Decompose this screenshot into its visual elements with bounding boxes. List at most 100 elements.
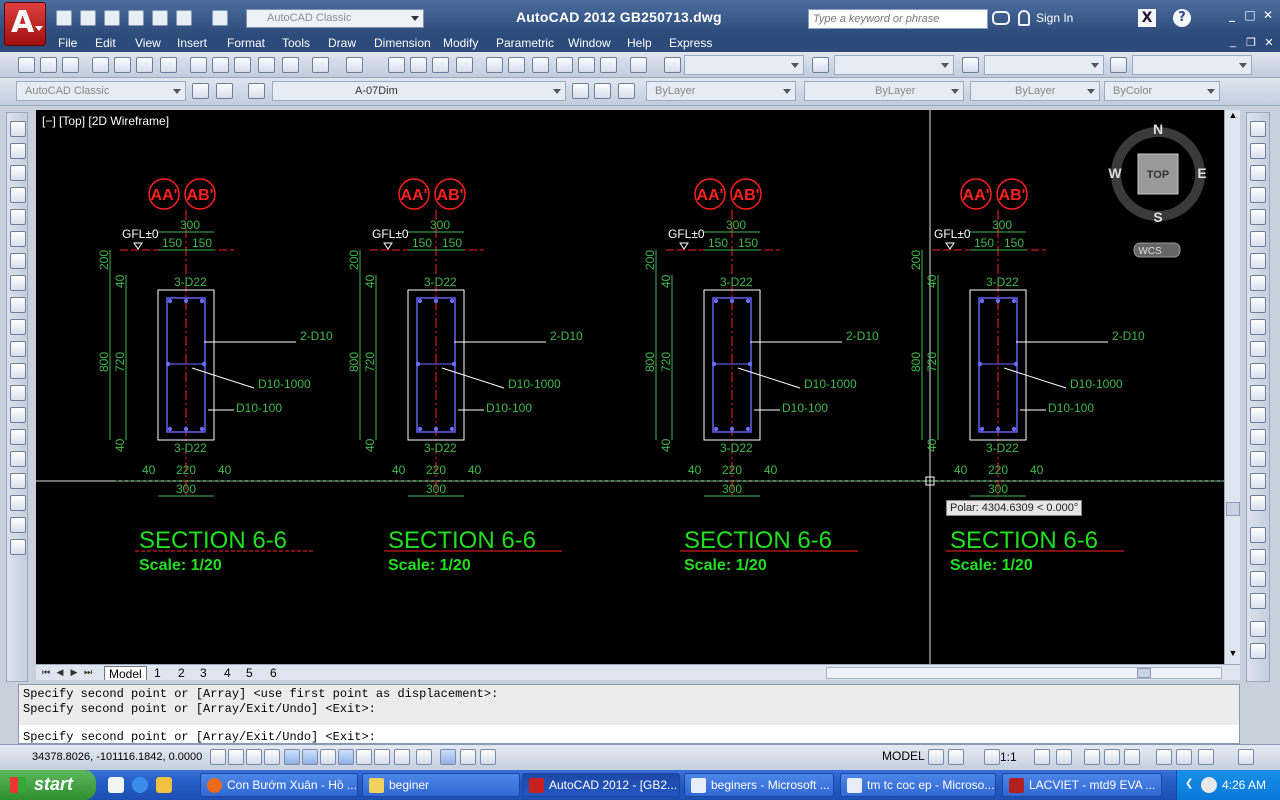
hardware-acceleration-icon[interactable] — [1124, 749, 1140, 765]
coordinates-readout[interactable]: 34378.8026, -101116.1842, 0.0000 — [32, 751, 202, 763]
layer-state-icon[interactable] — [618, 83, 635, 99]
text-style-icon[interactable] — [664, 57, 681, 73]
workspace-combo[interactable]: AutoCAD Classic — [246, 9, 424, 28]
break-at-point-icon[interactable] — [1250, 363, 1266, 379]
3d-object-snap-icon[interactable] — [320, 749, 336, 765]
save-icon[interactable] — [62, 57, 79, 73]
last-tab-icon[interactable]: ⏭ — [82, 667, 94, 679]
tab-layout-5[interactable]: 5 — [242, 666, 257, 680]
workspace-settings-icon[interactable] — [192, 83, 209, 99]
menu-edit[interactable]: Edit — [95, 36, 116, 50]
lineweight-icon[interactable] — [394, 749, 410, 765]
maximize-button[interactable]: □ — [1242, 8, 1258, 24]
menu-view[interactable]: View — [135, 36, 161, 50]
tab-layout-4[interactable]: 4 — [220, 666, 235, 680]
grid-display-icon[interactable] — [246, 749, 262, 765]
task-button[interactable]: LACVIET - mtd9 EVA ... — [1002, 773, 1162, 797]
internet-explorer-icon[interactable] — [132, 777, 148, 793]
toolbar-lock-icon[interactable] — [1104, 749, 1120, 765]
arc-icon[interactable] — [10, 231, 26, 247]
construction-line-icon[interactable] — [10, 143, 26, 159]
viewcube[interactable]: TOP N S E W WCS — [1108, 121, 1207, 258]
annotation-scale-value[interactable]: 1:1 — [1000, 750, 1017, 764]
annotation-monitor-icon[interactable] — [480, 749, 496, 765]
auto-scale-icon[interactable] — [1056, 749, 1072, 765]
polar-tracking-icon[interactable] — [284, 749, 300, 765]
menu-modify[interactable]: Modify — [443, 36, 478, 50]
fillet-icon[interactable] — [1250, 451, 1266, 467]
hatch-icon[interactable] — [10, 429, 26, 445]
application-menu-button[interactable]: A — [4, 2, 46, 46]
notepad-icon[interactable] — [108, 777, 124, 793]
allow-ucs-icon[interactable] — [356, 749, 372, 765]
polygon-icon[interactable] — [10, 187, 26, 203]
draworder-under-icon[interactable] — [1250, 593, 1266, 609]
zoom-previous-icon[interactable] — [456, 57, 473, 73]
saveas-icon[interactable] — [128, 10, 144, 26]
quick-properties-icon[interactable] — [440, 749, 456, 765]
vertical-scroll-thumb[interactable] — [1226, 502, 1240, 516]
make-block-icon[interactable] — [10, 385, 26, 401]
menu-insert[interactable]: Insert — [177, 36, 207, 50]
move-icon[interactable] — [1250, 231, 1266, 247]
menu-parametric[interactable]: Parametric — [496, 36, 554, 50]
menu-file[interactable]: File — [58, 36, 77, 50]
compass-west[interactable]: W — [1108, 165, 1122, 181]
next-tab-icon[interactable]: ▶ — [68, 667, 80, 679]
object-snap-icon[interactable] — [302, 749, 318, 765]
task-button-active[interactable]: AutoCAD 2012 - [GB2... — [522, 773, 680, 797]
menu-dimension[interactable]: Dimension — [374, 36, 431, 50]
start-button[interactable]: start — [0, 770, 96, 800]
model-space-button[interactable]: MODEL — [882, 749, 925, 763]
plot-style-combo[interactable]: ByColor — [1104, 81, 1220, 101]
linetype-combo[interactable]: ByLayer — [804, 81, 964, 101]
close-button[interactable]: ✕ — [1260, 8, 1276, 24]
sheet-set-icon[interactable] — [556, 57, 573, 73]
compass-north[interactable]: N — [1153, 121, 1163, 137]
lineweight-combo[interactable]: ByLayer — [970, 81, 1100, 101]
explode-icon[interactable] — [1250, 495, 1266, 511]
table-style-icon[interactable] — [962, 57, 979, 73]
insert-block-icon[interactable] — [10, 363, 26, 379]
zoom-window-icon[interactable] — [432, 57, 449, 73]
erase-icon[interactable] — [1250, 121, 1266, 137]
plot-preview-icon[interactable] — [114, 57, 131, 73]
copy-object-icon[interactable] — [1250, 143, 1266, 159]
ellipse-icon[interactable] — [10, 319, 26, 335]
point-icon[interactable] — [10, 407, 26, 423]
publish-icon[interactable] — [136, 57, 153, 73]
doc-restore-button[interactable]: ❐ — [1244, 36, 1258, 50]
draworder-back-icon[interactable] — [1250, 549, 1266, 565]
redo-icon[interactable] — [346, 57, 363, 73]
design-center-icon[interactable] — [508, 57, 525, 73]
cut-icon[interactable] — [190, 57, 207, 73]
tool-palettes-icon[interactable] — [532, 57, 549, 73]
table-icon[interactable] — [10, 495, 26, 511]
annotation-scale-icon[interactable] — [984, 749, 1000, 765]
horizontal-scrollbar[interactable] — [826, 667, 1222, 679]
help-icon[interactable]: ? — [1173, 9, 1191, 27]
drawing-canvas[interactable]: [−] [Top] [2D Wireframe] AA' AB' GFL±0 300 1… — [36, 110, 1224, 664]
first-tab-icon[interactable]: ⏮ — [40, 667, 52, 679]
compass-east[interactable]: E — [1197, 165, 1206, 181]
lightbulb-icon[interactable] — [1198, 749, 1214, 765]
menu-tools[interactable]: Tools — [282, 36, 310, 50]
menu-format[interactable]: Format — [227, 36, 265, 50]
open-icon[interactable] — [80, 10, 96, 26]
plot-icon[interactable] — [152, 10, 168, 26]
layer-combo[interactable]: A-07Dim — [272, 81, 566, 101]
text-style-combo[interactable] — [684, 55, 804, 75]
quick-view-layouts-icon[interactable] — [928, 749, 944, 765]
object-snap-tracking-icon[interactable] — [338, 749, 354, 765]
menu-help[interactable]: Help — [627, 36, 652, 50]
extend-icon[interactable] — [1250, 341, 1266, 357]
minimize-button[interactable]: _ — [1224, 8, 1240, 24]
annotation-visibility-icon[interactable] — [1034, 749, 1050, 765]
prev-tab-icon[interactable]: ◀ — [54, 667, 66, 679]
circle-icon[interactable] — [10, 253, 26, 269]
offset-icon[interactable] — [1250, 187, 1266, 203]
task-button[interactable]: tm tc coc ep - Microso... — [840, 773, 996, 797]
trim-icon[interactable] — [1250, 319, 1266, 335]
array-icon[interactable] — [1250, 209, 1266, 225]
quickcalc-icon[interactable] — [600, 57, 617, 73]
